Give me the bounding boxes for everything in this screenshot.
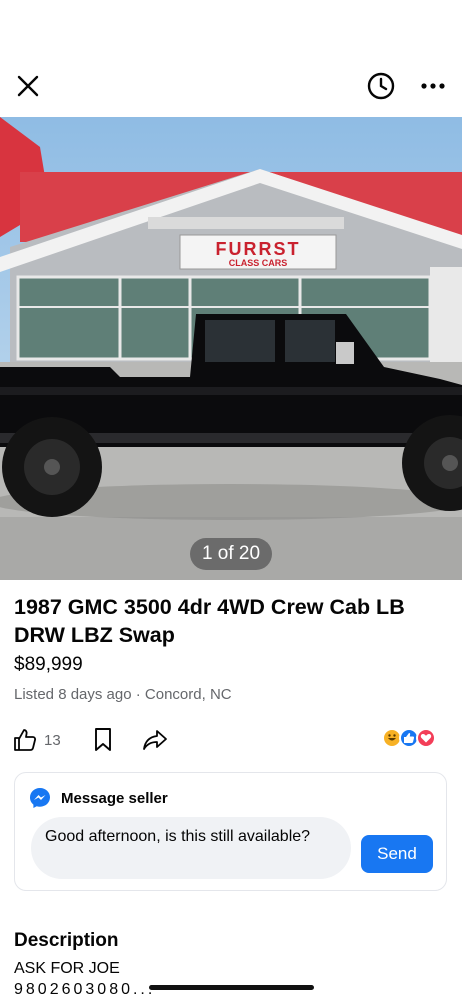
truck-photo-image: FURRST CLASS CARS [0, 117, 462, 580]
message-seller-card: Message seller Good afternoon, is this s… [14, 772, 447, 891]
like-button[interactable]: 13 [12, 724, 61, 756]
description-line: ASK FOR JOE [14, 960, 120, 977]
dealer-sign-subtext: CLASS CARS [229, 258, 288, 268]
clock-icon [367, 72, 395, 100]
listing-photo[interactable]: FURRST CLASS CARS 1 of 20 [0, 117, 462, 580]
messenger-icon [30, 788, 50, 808]
save-button[interactable] [88, 724, 118, 756]
more-dots-icon [421, 83, 445, 89]
description-heading: Description [14, 930, 119, 951]
photo-counter: 1 of 20 [190, 538, 272, 570]
listing-meta: Listed 8 days ago · Concord, NC [14, 686, 232, 703]
dealer-sign-text: FURRST [216, 239, 301, 259]
history-button[interactable] [361, 66, 401, 106]
actions-row: 13 [0, 720, 462, 760]
like-count: 13 [44, 731, 61, 749]
send-button[interactable]: Send [361, 835, 433, 873]
description-line: 9802603080... [14, 981, 156, 998]
thumbs-up-icon [14, 729, 37, 751]
bookmark-icon [95, 728, 111, 751]
message-input[interactable]: Good afternoon, is this still available? [31, 817, 351, 879]
share-arrow-icon [143, 730, 167, 750]
top-bar [0, 60, 462, 114]
more-options-button[interactable] [413, 66, 453, 106]
close-button[interactable] [8, 66, 48, 106]
listing-price: $89,999 [14, 654, 83, 675]
home-indicator[interactable] [149, 985, 314, 990]
share-button[interactable] [140, 724, 170, 756]
message-seller-header: Message seller [29, 787, 168, 809]
love-reaction-icon [416, 728, 436, 748]
close-icon [17, 75, 39, 97]
reactions-summary[interactable] [382, 728, 442, 750]
listing-title: 1987 GMC 3500 4dr 4WD Crew Cab LB DRW LB… [14, 595, 405, 647]
message-seller-label: Message seller [61, 789, 168, 807]
